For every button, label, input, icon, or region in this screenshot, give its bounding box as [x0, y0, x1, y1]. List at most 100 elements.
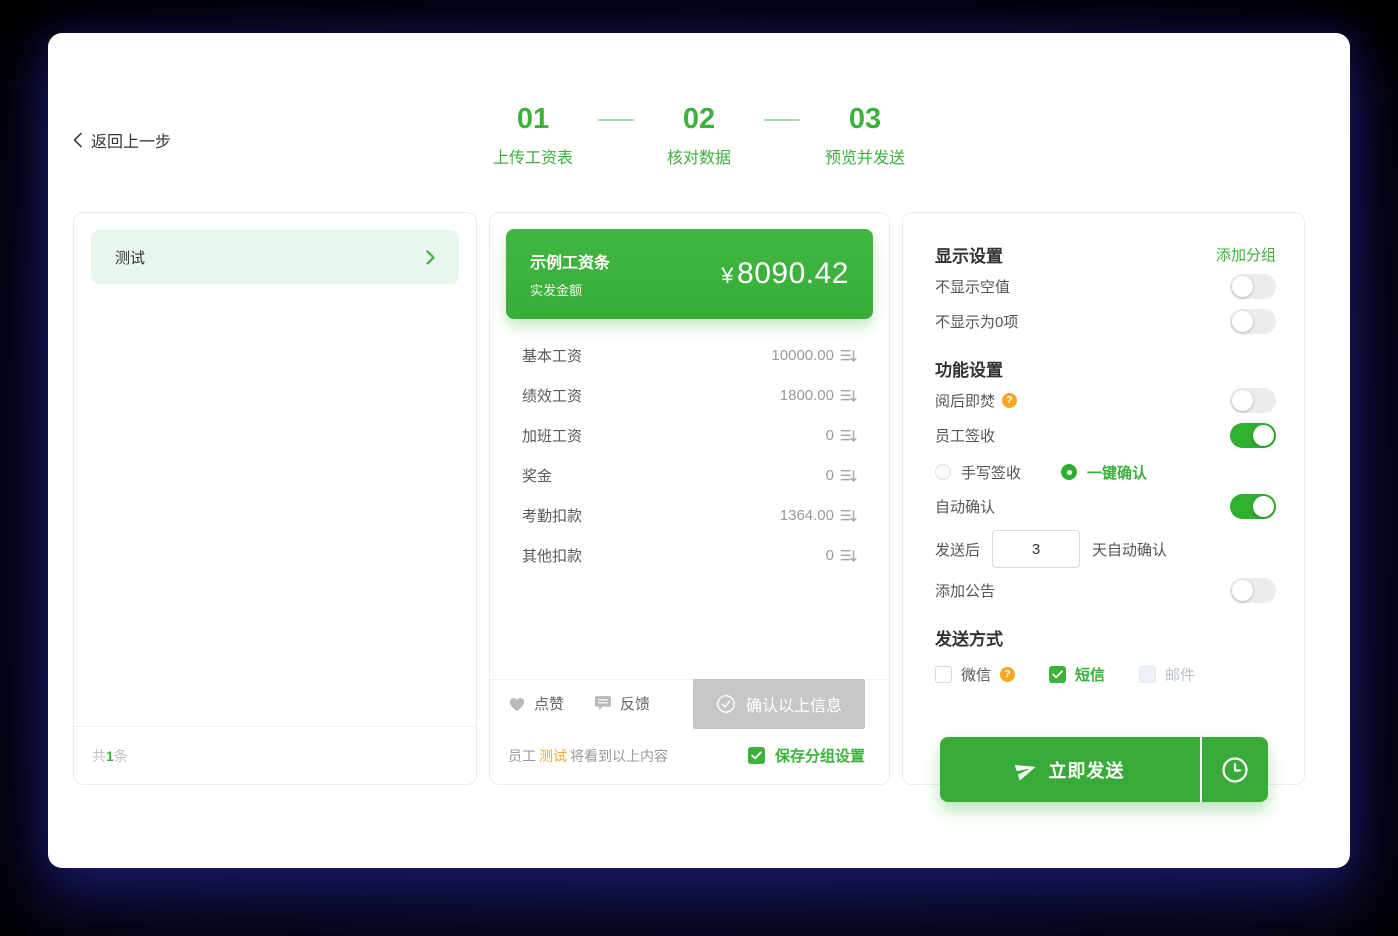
check-icon — [751, 751, 762, 760]
row-label: 绩效工资 — [522, 385, 582, 406]
row-label: 考勤扣款 — [522, 505, 582, 526]
step-3-number: 03 — [849, 103, 881, 135]
step-2-label: 核对数据 — [667, 144, 731, 168]
add-group-link[interactable]: 添加分组 — [1216, 244, 1276, 265]
send-now-button-group: 立即发送 — [940, 737, 1268, 802]
payslip-action-bar: 点赞 反馈 确认以上信息 — [490, 679, 889, 727]
save-group-checkbox-row[interactable]: 保存分组设置 — [748, 745, 865, 766]
group-list-item[interactable]: 测试 — [91, 230, 459, 284]
row-value: 10000.00 — [771, 347, 834, 364]
announcement-toggle[interactable] — [1230, 578, 1276, 603]
heart-icon — [508, 696, 526, 712]
row-value: 0 — [826, 547, 834, 564]
send-method-title: 发送方式 — [935, 625, 1003, 650]
row-value: 1364.00 — [780, 507, 834, 524]
payslip-row: 考勤扣款 1364.00 — [506, 495, 873, 535]
setting-employee-sign: 员工签收 — [935, 418, 1276, 453]
sort-descending-icon[interactable] — [840, 507, 857, 524]
toggle-knob — [1232, 311, 1253, 332]
payslip-row-list: 基本工资 10000.00 绩效工资 1800.00 加班工资 0 奖金 — [506, 335, 873, 575]
check-icon — [1052, 670, 1063, 679]
burn-after-read-toggle[interactable] — [1230, 388, 1276, 413]
clock-icon — [1219, 754, 1251, 786]
payslip-subtitle: 实发金额 — [530, 280, 610, 299]
wechat-checkbox[interactable] — [935, 666, 952, 683]
hide-empty-toggle[interactable] — [1230, 274, 1276, 299]
payslip-summary-card: 示例工资条 实发金额 ¥8090.42 — [506, 229, 873, 319]
toggle-knob — [1253, 425, 1274, 446]
auto-confirm-days-input[interactable] — [992, 530, 1080, 568]
display-settings-title: 显示设置 — [935, 242, 1003, 267]
employee-sign-toggle[interactable] — [1230, 423, 1276, 448]
send-option-sms[interactable]: 短信 — [1049, 664, 1105, 685]
main-card: 返回上一步 01 上传工资表 02 核对数据 03 预览并发送 测试 — [48, 33, 1350, 868]
payslip-footer: 员工测试将看到以上内容 保存分组设置 — [490, 727, 889, 784]
app-background: 返回上一步 01 上传工资表 02 核对数据 03 预览并发送 测试 — [0, 0, 1398, 936]
send-option-email[interactable]: 邮件 — [1139, 664, 1195, 685]
toggle-knob — [1232, 390, 1253, 411]
function-settings-title: 功能设置 — [935, 356, 1003, 381]
feedback-label: 反馈 — [620, 693, 650, 714]
content-panels: 测试 共1条 示例工资条 实发金额 ¥8090.42 基本工资 — [73, 212, 1305, 785]
payslip-row: 基本工资 10000.00 — [506, 335, 873, 375]
viewer-name: 测试 — [539, 748, 567, 764]
setting-label: 不显示为0项 — [935, 311, 1018, 332]
function-settings-header: 功能设置 — [935, 353, 1276, 383]
send-option-wechat[interactable]: 微信 ? — [935, 664, 1015, 685]
feedback-button[interactable]: 反馈 — [594, 693, 650, 714]
row-label: 加班工资 — [522, 425, 582, 446]
row-value: 0 — [826, 467, 834, 484]
setting-label: 添加公告 — [935, 580, 995, 601]
setting-label: 阅后即焚 — [935, 390, 995, 411]
send-option-label: 短信 — [1075, 664, 1105, 685]
radio-handwritten-sign[interactable]: 手写签收 — [935, 462, 1021, 483]
toggle-knob — [1232, 580, 1253, 601]
setting-label: 自动确认 — [935, 496, 995, 517]
payslip-amount: ¥8090.42 — [721, 257, 849, 291]
comment-icon — [594, 695, 612, 712]
radio-label: 手写签收 — [961, 462, 1021, 483]
radio-one-click-confirm[interactable]: 一键确认 — [1061, 462, 1147, 483]
setting-auto-confirm: 自动确认 — [935, 489, 1276, 524]
sort-descending-icon[interactable] — [840, 347, 857, 364]
chevron-right-icon — [426, 250, 435, 265]
payslip-row: 加班工资 0 — [506, 415, 873, 455]
toggle-knob — [1253, 496, 1274, 517]
email-checkbox[interactable] — [1139, 666, 1156, 683]
step-connector — [598, 119, 634, 121]
back-button[interactable]: 返回上一步 — [73, 128, 171, 152]
step-indicator: 01 上传工资表 02 核对数据 03 预览并发送 — [478, 103, 920, 168]
step-1-number: 01 — [517, 103, 549, 135]
sort-descending-icon[interactable] — [840, 467, 857, 484]
row-label: 基本工资 — [522, 345, 582, 366]
setting-label: 员工签收 — [935, 425, 995, 446]
payslip-row: 其他扣款 0 — [506, 535, 873, 575]
toggle-knob — [1232, 276, 1253, 297]
row-label: 奖金 — [522, 465, 552, 486]
save-group-checkbox[interactable] — [748, 747, 765, 764]
payslip-summary-left: 示例工资条 实发金额 — [530, 249, 610, 299]
radio-on-icon — [1061, 464, 1077, 480]
help-icon[interactable]: ? — [1002, 393, 1017, 408]
like-button[interactable]: 点赞 — [508, 693, 564, 714]
hide-zero-toggle[interactable] — [1230, 309, 1276, 334]
help-icon[interactable]: ? — [1000, 667, 1015, 682]
group-count: 共1条 — [92, 746, 128, 766]
send-now-button[interactable]: 立即发送 — [940, 737, 1200, 802]
schedule-send-button[interactable] — [1202, 737, 1268, 802]
confirm-info-button[interactable]: 确认以上信息 — [693, 679, 865, 729]
sort-descending-icon[interactable] — [840, 427, 857, 444]
sms-checkbox[interactable] — [1049, 666, 1066, 683]
group-count-suffix: 条 — [114, 748, 128, 764]
step-2-number: 02 — [683, 103, 715, 135]
group-list-panel: 测试 共1条 — [73, 212, 477, 785]
auto-confirm-toggle[interactable] — [1230, 494, 1276, 519]
sort-descending-icon[interactable] — [840, 387, 857, 404]
sort-descending-icon[interactable] — [840, 547, 857, 564]
step-3-label: 预览并发送 — [825, 144, 905, 168]
settings-panel: 显示设置 添加分组 不显示空值 不显示为0项 功能设置 阅后即焚? 员工签收 — [902, 212, 1305, 785]
group-count-footer: 共1条 — [74, 726, 476, 784]
check-circle-icon — [716, 694, 736, 714]
save-group-label: 保存分组设置 — [775, 745, 865, 766]
display-settings-header: 显示设置 添加分组 — [935, 239, 1276, 269]
